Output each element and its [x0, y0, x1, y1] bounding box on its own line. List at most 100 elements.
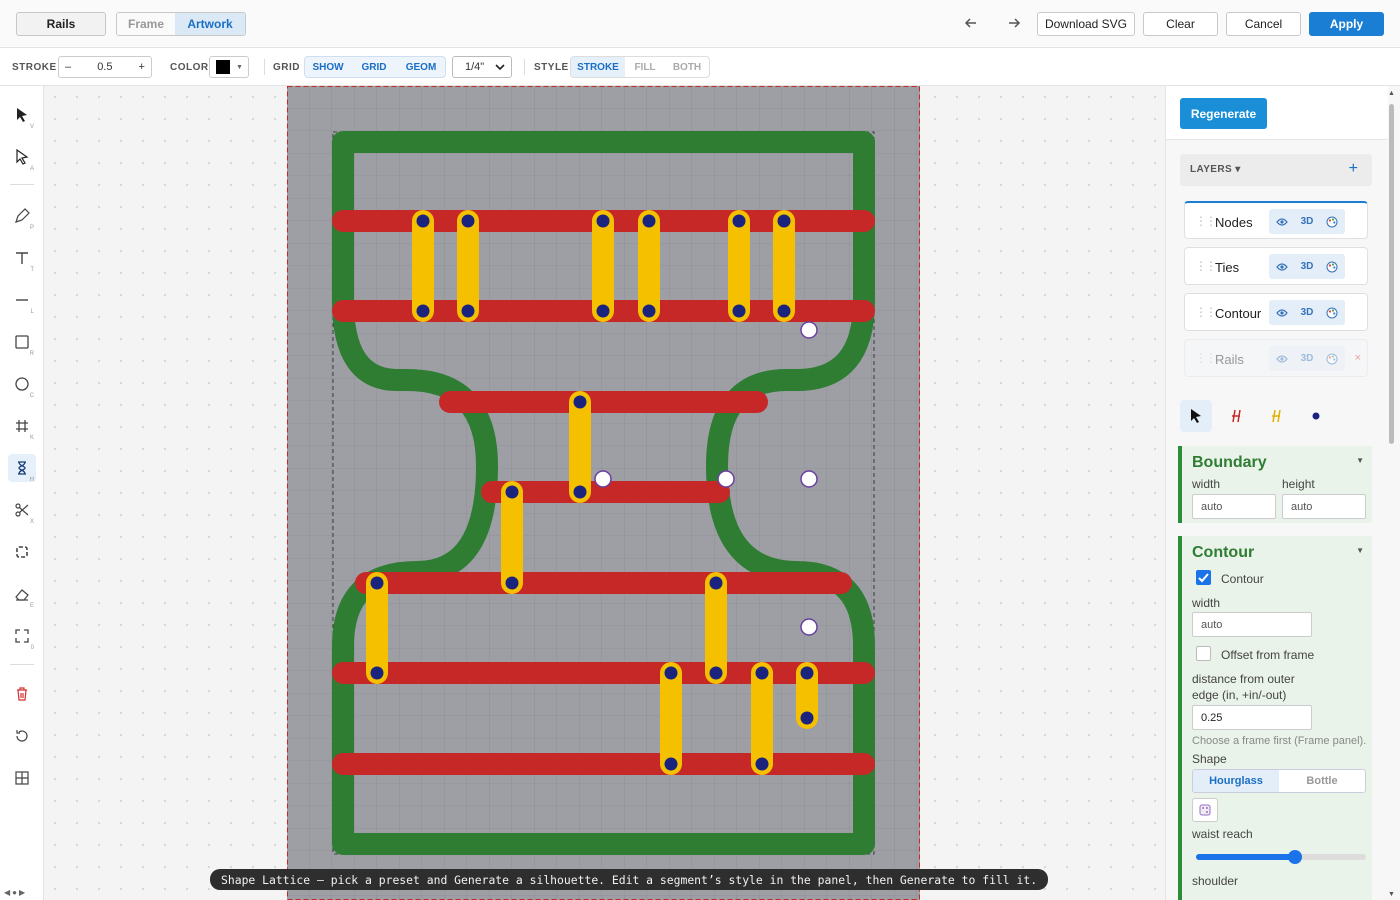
add-layer-button[interactable]: +	[1349, 160, 1358, 178]
reset-button[interactable]	[8, 722, 36, 750]
node-dot[interactable]	[800, 711, 814, 725]
tab-frame[interactable]: Frame	[117, 13, 175, 35]
node-dot[interactable]	[461, 304, 475, 318]
rect-tool[interactable]: R	[8, 328, 36, 357]
download-svg-button[interactable]: Download SVG	[1037, 12, 1135, 36]
waist-slider-track[interactable]	[1196, 850, 1366, 864]
node-dot[interactable]	[709, 576, 723, 590]
apply-button[interactable]: Apply	[1309, 12, 1384, 36]
shape-bottle[interactable]: Bottle	[1279, 770, 1365, 792]
canvas[interactable]: Shape Lattice — pick a preset and Genera…	[44, 86, 1165, 900]
node-dot[interactable]	[505, 485, 519, 499]
color-picker[interactable]: ▼	[209, 56, 249, 78]
node-dot[interactable]	[370, 576, 384, 590]
select-tool[interactable]: V	[8, 101, 36, 130]
stroke-minus-button[interactable]: –	[65, 61, 71, 73]
drag-handle-icon[interactable]: ⋮⋮	[1195, 351, 1217, 365]
node-dot[interactable]	[800, 666, 814, 680]
node-dot[interactable]	[505, 576, 519, 590]
palette-icon[interactable]	[1326, 261, 1338, 273]
panel-scrollbar[interactable]: ▲ ▼	[1388, 90, 1396, 898]
circle-tool[interactable]: C	[8, 370, 36, 399]
pen-tool[interactable]: P	[8, 202, 36, 231]
edit-handle[interactable]	[800, 470, 818, 488]
layer-3d-toggle[interactable]: 3D	[1301, 216, 1314, 227]
node-dot[interactable]	[461, 214, 475, 228]
mode-select[interactable]	[1180, 400, 1212, 432]
eraser-tool[interactable]: E	[8, 580, 36, 609]
layer-3d-toggle[interactable]: 3D	[1301, 261, 1314, 272]
scrollbar-thumb[interactable]	[1389, 104, 1394, 444]
delete-button[interactable]	[8, 680, 36, 708]
text-tool[interactable]: T	[8, 244, 36, 273]
node-dot[interactable]	[416, 214, 430, 228]
node-dot[interactable]	[755, 757, 769, 771]
layer-3d-toggle[interactable]: 3D	[1301, 307, 1314, 318]
layout-button[interactable]	[8, 764, 36, 792]
node-dot[interactable]	[777, 214, 791, 228]
node-dot[interactable]	[642, 214, 656, 228]
stroke-plus-button[interactable]: +	[139, 61, 145, 73]
style-both-toggle[interactable]: BOTH	[665, 57, 709, 77]
style-fill-toggle[interactable]: FILL	[625, 57, 665, 77]
node-dot[interactable]	[573, 485, 587, 499]
contour-width-input[interactable]: auto	[1192, 612, 1312, 637]
node-dot[interactable]	[732, 304, 746, 318]
grid-show-toggle[interactable]: SHOW	[305, 57, 351, 77]
edit-handle[interactable]	[594, 470, 612, 488]
palette-icon[interactable]	[1326, 216, 1338, 228]
style-stroke-toggle[interactable]: STROKE	[571, 57, 625, 77]
frame-tool[interactable]	[8, 538, 36, 566]
node-dot[interactable]	[416, 304, 430, 318]
edit-handle[interactable]	[717, 470, 735, 488]
hourglass-tool[interactable]: H	[8, 454, 36, 483]
regenerate-button[interactable]: Regenerate	[1180, 98, 1267, 129]
line-tool[interactable]: L	[8, 286, 36, 315]
edit-handle[interactable]	[800, 321, 818, 339]
mode-tie[interactable]	[1260, 400, 1292, 432]
scroll-up-icon[interactable]: ▲	[1388, 90, 1395, 97]
grid-grid-toggle[interactable]: GRID	[351, 57, 397, 77]
clear-button[interactable]: Clear	[1143, 12, 1218, 36]
eye-icon[interactable]	[1275, 217, 1288, 227]
mode-node[interactable]	[1300, 400, 1332, 432]
layer-row-rails[interactable]: ⋮⋮ Rails 3D ×	[1184, 339, 1368, 377]
eye-icon[interactable]	[1275, 308, 1288, 318]
contour-checkbox[interactable]	[1196, 570, 1211, 585]
node-dot[interactable]	[573, 395, 587, 409]
node-dot[interactable]	[596, 304, 610, 318]
layer-row-contour[interactable]: ⋮⋮ Contour 3D	[1184, 293, 1368, 331]
grid-tool[interactable]: K	[8, 412, 36, 441]
layers-dropdown[interactable]: LAYERS ▾	[1190, 164, 1241, 175]
node-dot[interactable]	[642, 304, 656, 318]
scissors-tool[interactable]: X	[8, 496, 36, 525]
fit-tool[interactable]: 0	[8, 622, 36, 651]
randomize-button[interactable]	[1192, 798, 1218, 822]
edit-handle[interactable]	[800, 618, 818, 636]
caret-icon[interactable]: ▼	[1356, 456, 1364, 465]
layer-row-nodes[interactable]: ⋮⋮ Nodes 3D	[1184, 201, 1368, 239]
node-dot[interactable]	[755, 666, 769, 680]
node-dot[interactable]	[732, 214, 746, 228]
palette-icon[interactable]	[1326, 307, 1338, 319]
shape-hourglass[interactable]: Hourglass	[1193, 770, 1279, 792]
artboard[interactable]	[287, 86, 920, 900]
undo-icon[interactable]	[959, 11, 983, 35]
waist-slider-thumb[interactable]	[1287, 850, 1302, 864]
node-dot[interactable]	[370, 666, 384, 680]
drag-handle-icon[interactable]: ⋮⋮	[1195, 214, 1217, 228]
remove-layer-button[interactable]: ×	[1355, 352, 1361, 364]
eye-icon[interactable]	[1275, 354, 1288, 364]
caret-icon[interactable]: ▼	[1356, 546, 1364, 555]
boundary-height-input[interactable]: auto	[1282, 494, 1366, 519]
pager-icon[interactable]: ◀●▶	[4, 888, 27, 897]
node-dot[interactable]	[664, 666, 678, 680]
node-dot[interactable]	[596, 214, 610, 228]
cancel-button[interactable]: Cancel	[1226, 12, 1301, 36]
offset-checkbox[interactable]	[1196, 646, 1211, 661]
redo-icon[interactable]	[1002, 11, 1026, 35]
layer-row-ties[interactable]: ⋮⋮ Ties 3D	[1184, 247, 1368, 285]
rails-button[interactable]: Rails	[16, 12, 106, 36]
direct-select-tool[interactable]: A	[8, 143, 36, 172]
node-dot[interactable]	[709, 666, 723, 680]
